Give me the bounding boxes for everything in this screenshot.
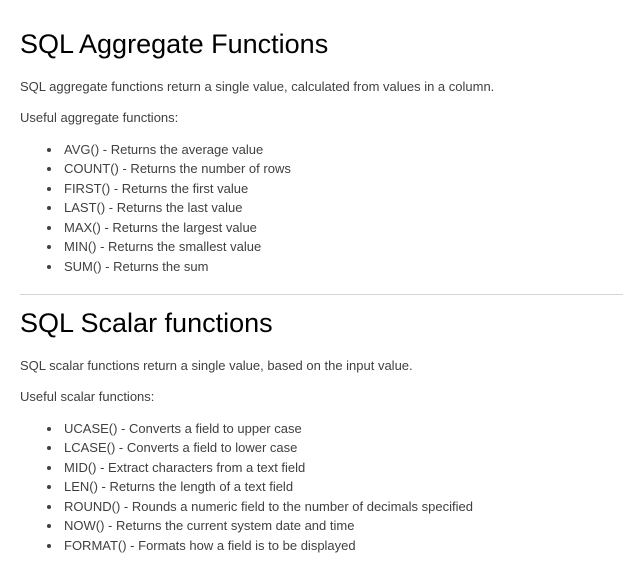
list-item: ROUND() - Rounds a numeric field to the … <box>62 497 623 517</box>
scalar-list: UCASE() - Converts a field to upper case… <box>62 419 623 556</box>
list-item: UCASE() - Converts a field to upper case <box>62 419 623 439</box>
aggregate-list: AVG() - Returns the average value COUNT(… <box>62 140 623 277</box>
list-item: SUM() - Returns the sum <box>62 257 623 277</box>
aggregate-heading: SQL Aggregate Functions <box>20 24 623 65</box>
scalar-list-intro: Useful scalar functions: <box>20 387 623 407</box>
list-item: LCASE() - Converts a field to lower case <box>62 438 623 458</box>
list-item: MID() - Extract characters from a text f… <box>62 458 623 478</box>
list-item: FORMAT() - Formats how a field is to be … <box>62 536 623 556</box>
list-item: NOW() - Returns the current system date … <box>62 516 623 536</box>
list-item: COUNT() - Returns the number of rows <box>62 159 623 179</box>
divider <box>20 294 623 295</box>
aggregate-intro: SQL aggregate functions return a single … <box>20 77 623 97</box>
scalar-heading: SQL Scalar functions <box>20 303 623 344</box>
aggregate-list-intro: Useful aggregate functions: <box>20 108 623 128</box>
list-item: FIRST() - Returns the first value <box>62 179 623 199</box>
list-item: MAX() - Returns the largest value <box>62 218 623 238</box>
list-item: MIN() - Returns the smallest value <box>62 237 623 257</box>
scalar-intro: SQL scalar functions return a single val… <box>20 356 623 376</box>
list-item: LAST() - Returns the last value <box>62 198 623 218</box>
list-item: LEN() - Returns the length of a text fie… <box>62 477 623 497</box>
list-item: AVG() - Returns the average value <box>62 140 623 160</box>
